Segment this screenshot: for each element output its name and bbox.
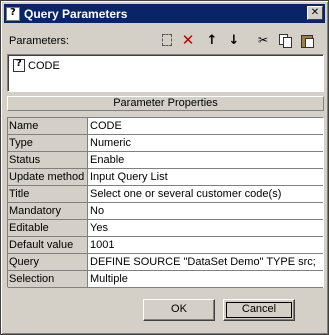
parameters-list[interactable]: CODE — [7, 54, 324, 92]
parameter-icon — [13, 58, 25, 72]
close-button[interactable]: ✕ — [307, 6, 323, 20]
parameter-properties-header: Parameter Properties — [7, 96, 324, 111]
paste-icon — [301, 34, 314, 48]
property-label: Editable — [9, 222, 49, 234]
property-row-name: Name CODE — [8, 118, 323, 135]
cancel-button[interactable]: Cancel — [223, 299, 295, 321]
property-value[interactable]: Select one or several customer code(s) — [87, 186, 323, 202]
property-label: Status — [9, 154, 41, 166]
property-row-default-value: Default value 1001 — [8, 237, 323, 254]
property-label: Title — [9, 188, 30, 200]
move-up-button[interactable]: ↑ — [203, 31, 221, 49]
list-item[interactable]: CODE — [13, 58, 60, 72]
delete-icon: ✕ — [181, 31, 195, 49]
property-label: Mandatory — [9, 205, 61, 217]
property-row-mandatory: Mandatory No — [8, 203, 323, 220]
property-value[interactable]: 1001 — [87, 237, 323, 253]
cut-button[interactable]: ✂ — [254, 31, 272, 49]
help-document-icon — [6, 6, 20, 21]
property-label: Type — [9, 137, 33, 149]
property-label: Query — [9, 256, 39, 268]
copy-button[interactable] — [276, 31, 294, 49]
property-value[interactable]: Input Query List — [87, 169, 323, 185]
move-down-icon: ↓ — [228, 32, 240, 48]
title-bar[interactable]: Query Parameters ✕ — [4, 4, 325, 23]
property-value[interactable]: Enable — [87, 152, 323, 168]
property-label: Update method — [9, 171, 85, 183]
new-parameter-button[interactable] — [158, 31, 176, 49]
parameters-label: Parameters: — [9, 35, 69, 47]
property-value[interactable]: Multiple — [87, 271, 323, 287]
property-label: Selection — [9, 273, 55, 285]
property-value[interactable]: DEFINE SOURCE "DataSet Demo" TYPE src; — [87, 254, 323, 270]
copy-icon — [279, 34, 292, 48]
property-row-type: Type Numeric — [8, 135, 323, 152]
delete-parameter-button[interactable]: ✕ — [179, 31, 197, 49]
property-row-editable: Editable Yes — [8, 220, 323, 237]
property-value[interactable]: No — [87, 203, 323, 219]
ok-button[interactable]: OK — [143, 299, 215, 321]
property-value[interactable]: Yes — [87, 220, 323, 236]
paste-button[interactable] — [298, 31, 316, 49]
property-label: Name — [9, 120, 39, 132]
parameters-toolbar: Parameters: ✕ ↑ ↓ ✂ — [7, 31, 324, 51]
query-parameters-dialog: Query Parameters ✕ Parameters: ✕ ↑ ↓ ✂ C… — [0, 0, 329, 335]
new-icon — [162, 34, 172, 46]
property-value[interactable]: CODE — [87, 118, 323, 134]
property-label: Default value — [9, 239, 74, 251]
property-value[interactable]: Numeric — [87, 135, 323, 151]
property-row-query: Query DEFINE SOURCE "DataSet Demo" TYPE … — [8, 254, 323, 271]
property-row-title: Title Select one or several customer cod… — [8, 186, 323, 203]
properties-grid: Name CODE Type Numeric Status Enable Upd… — [7, 117, 324, 288]
cut-icon: ✂ — [257, 33, 269, 47]
property-row-update-method: Update method Input Query List — [8, 169, 323, 186]
move-up-icon: ↑ — [206, 32, 218, 48]
window-title: Query Parameters — [24, 6, 128, 21]
parameter-name: CODE — [28, 59, 60, 72]
move-down-button[interactable]: ↓ — [225, 31, 243, 49]
property-row-selection: Selection Multiple — [8, 271, 323, 288]
property-row-status: Status Enable — [8, 152, 323, 169]
